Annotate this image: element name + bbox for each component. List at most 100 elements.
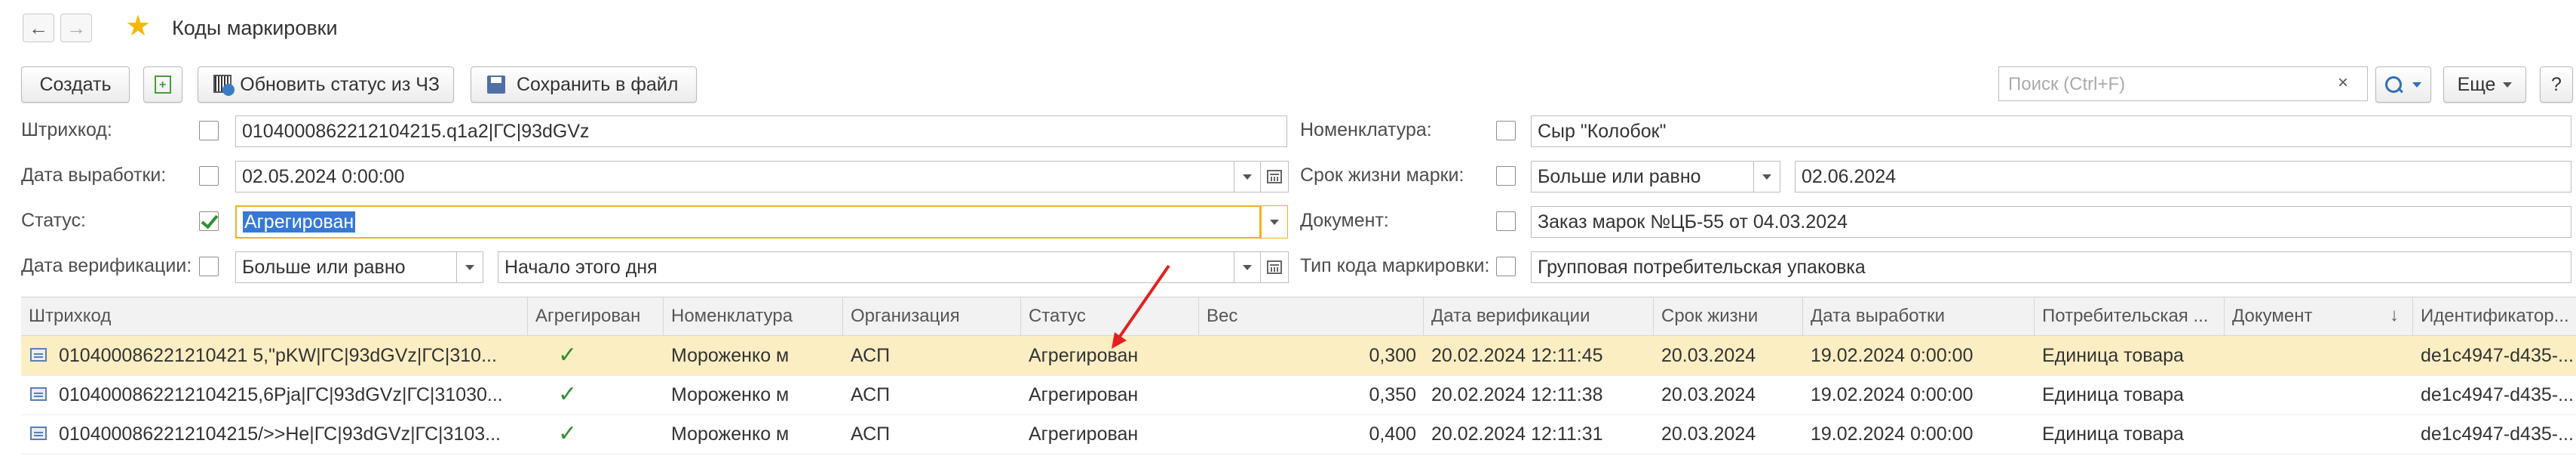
marking-codes-table: Штрихкод Агрегирован Номенклатура Органи… (21, 297, 2576, 462)
column-header-barcode[interactable]: Штрихкод (21, 297, 528, 335)
code-type-filter-checkbox[interactable] (1496, 257, 1516, 276)
back-button[interactable]: ← (23, 14, 54, 42)
column-header-verification-date[interactable]: Дата верификации (1424, 297, 1654, 335)
help-label: ? (2551, 73, 2562, 95)
search-options-button[interactable] (2375, 66, 2431, 103)
column-header-production-date[interactable]: Дата выработки (1803, 297, 2035, 335)
cell-status: Агрегирован (1029, 424, 1139, 445)
shelf-life-filter-checkbox[interactable] (1496, 166, 1516, 186)
status-filter-label: Статус: (21, 210, 86, 231)
cell-id: de1c4947-d435-... (2421, 384, 2574, 405)
production-date-filter-checkbox[interactable] (199, 166, 219, 186)
verification-comparison-dropdown[interactable] (456, 251, 483, 283)
clear-search-icon[interactable]: × (2338, 72, 2348, 94)
production-date-filter-input[interactable]: 02.05.2024 0:00:00 (235, 161, 1234, 192)
search-input[interactable]: Поиск (Ctrl+F) (1998, 66, 2368, 101)
cell-nomenclature: Мороженко м (671, 424, 790, 445)
cell-document (2225, 414, 2413, 454)
nomenclature-filter-checkbox[interactable] (1496, 121, 1516, 140)
column-header-nomenclature[interactable]: Номенклатура (664, 297, 843, 335)
column-header-status[interactable]: Статус (1021, 297, 1199, 335)
verification-comparison-select[interactable]: Больше или равно (235, 251, 462, 283)
cell-consumer: Единица товара (2042, 345, 2184, 366)
barcode-filter-input[interactable]: 0104000862212104215.q1a2|ГС|93dGVz (235, 116, 1287, 147)
more-label: Еще (2457, 73, 2496, 95)
barcode-filter-checkbox[interactable] (199, 121, 219, 140)
cell-document (2225, 336, 2413, 375)
table-row[interactable]: 0104000862212104215,6Pja|ГС|93dGVz|ГС|31… (21, 375, 2576, 415)
forward-button[interactable]: → (60, 14, 92, 42)
cell-weight: 0,350 (1369, 384, 1416, 405)
cell-weight: 0,300 (1369, 345, 1416, 366)
arrow-left-icon: ← (29, 16, 48, 39)
update-status-button[interactable]: Обновить статус из ЧЗ (198, 66, 454, 103)
create-button[interactable]: Создать (21, 66, 130, 103)
status-dropdown[interactable] (1261, 205, 1288, 239)
update-status-label: Обновить статус из ЧЗ (240, 73, 440, 95)
column-header-consumer[interactable]: Потребительская ... (2035, 297, 2225, 335)
copy-button[interactable]: + (143, 66, 182, 103)
shelf-life-comparison-select[interactable]: Больше или равно (1531, 161, 1780, 192)
save-file-button[interactable]: Сохранить в файл (471, 66, 697, 103)
cell-produced: 19.02.2024 0:00:00 (1811, 424, 1973, 445)
production-date-dropdown[interactable] (1234, 161, 1261, 192)
document-filter-input[interactable]: Заказ марок №ЦБ-55 от 04.03.2024 (1531, 206, 2571, 238)
chevron-down-icon (1270, 219, 1279, 225)
chevron-down-icon (465, 264, 474, 270)
chevron-down-icon (2503, 82, 2513, 88)
column-header-organization[interactable]: Организация (843, 297, 1021, 335)
chevron-down-icon (1243, 264, 1252, 270)
cell-nomenclature: Мороженко м (671, 384, 790, 405)
table-row[interactable]: 010400086221210421 5,"pKW|ГС|93dGVz|ГС|3… (21, 336, 2576, 376)
cell-produced: 19.02.2024 0:00:00 (1811, 345, 1973, 366)
cell-barcode: 010400086221210421 5,"pKW|ГС|93dGVz|ГС|3… (59, 345, 497, 366)
help-button[interactable]: ? (2540, 66, 2573, 103)
cell-aggregated: ✓ (558, 343, 578, 368)
column-header-identifier[interactable]: Идентификатор... (2413, 297, 2576, 335)
table-row[interactable]: 0104000862212104215/>>He|ГС|93dGVz|ГС|31… (21, 414, 2576, 454)
cell-barcode: 0104000862212104215,6Pja|ГС|93dGVz|ГС|31… (59, 384, 503, 405)
cell-id: de1c4947-d435-... (2421, 424, 2574, 445)
page-title: Коды маркировки (172, 17, 338, 39)
production-date-calendar-button[interactable] (1260, 161, 1289, 192)
status-filter-value: Агрегирован (243, 211, 356, 233)
cell-barcode: 0104000862212104215/>>He|ГС|93dGVz|ГС|31… (59, 424, 501, 445)
cell-organization: АСП (851, 384, 891, 405)
column-header-weight[interactable]: Вес (1199, 297, 1424, 335)
favorite-star-icon[interactable]: ★ (125, 12, 151, 41)
nomenclature-filter-input[interactable]: Сыр "Колобок" (1531, 116, 2571, 147)
verification-date-input[interactable]: Начало этого дня (498, 251, 1234, 283)
arrow-right-icon: → (66, 16, 86, 39)
shelf-life-comparison-dropdown[interactable] (1753, 161, 1780, 192)
column-header-document[interactable]: Документ ↓ (2225, 297, 2413, 335)
cell-weight: 0,400 (1369, 424, 1416, 445)
status-filter-input[interactable]: Агрегирован (235, 205, 1261, 239)
verification-date-calendar-button[interactable] (1260, 251, 1289, 283)
column-header-aggregated[interactable]: Агрегирован (528, 297, 664, 335)
cell-verified: 20.02.2024 12:11:31 (1431, 424, 1603, 445)
code-type-filter-input[interactable]: Групповая потребительская упаковка (1531, 251, 2571, 283)
document-filter-checkbox[interactable] (1496, 211, 1516, 231)
cell-verified: 20.02.2024 12:11:38 (1431, 384, 1603, 405)
magnifier-icon (2385, 76, 2403, 94)
table-header: Штрихкод Агрегирован Номенклатура Органи… (21, 297, 2576, 336)
cell-status: Агрегирован (1029, 345, 1139, 366)
barcode-filter-label: Штрихкод: (21, 119, 112, 140)
floppy-disk-icon (485, 73, 508, 96)
verification-date-dropdown[interactable] (1234, 251, 1261, 283)
save-file-label: Сохранить в файл (517, 73, 679, 95)
nomenclature-filter-label: Номенклатура: (1300, 119, 1432, 140)
cell-document (2225, 375, 2413, 414)
calendar-icon (1267, 260, 1282, 274)
cell-shelf: 20.03.2024 (1661, 345, 1756, 366)
chevron-down-icon (1243, 174, 1252, 180)
verification-date-filter-checkbox[interactable] (199, 257, 219, 276)
copy-add-icon: + (155, 75, 171, 94)
document-filter-label: Документ: (1300, 210, 1389, 231)
status-filter-checkbox[interactable] (199, 211, 219, 231)
shelf-life-date-input[interactable]: 02.06.2024 (1795, 161, 2571, 192)
calendar-icon (1267, 170, 1282, 183)
column-header-shelf-life[interactable]: Срок жизни (1654, 297, 1803, 335)
shelf-life-filter-label: Срок жизни марки: (1300, 165, 1464, 186)
more-button[interactable]: Еще (2443, 66, 2526, 103)
